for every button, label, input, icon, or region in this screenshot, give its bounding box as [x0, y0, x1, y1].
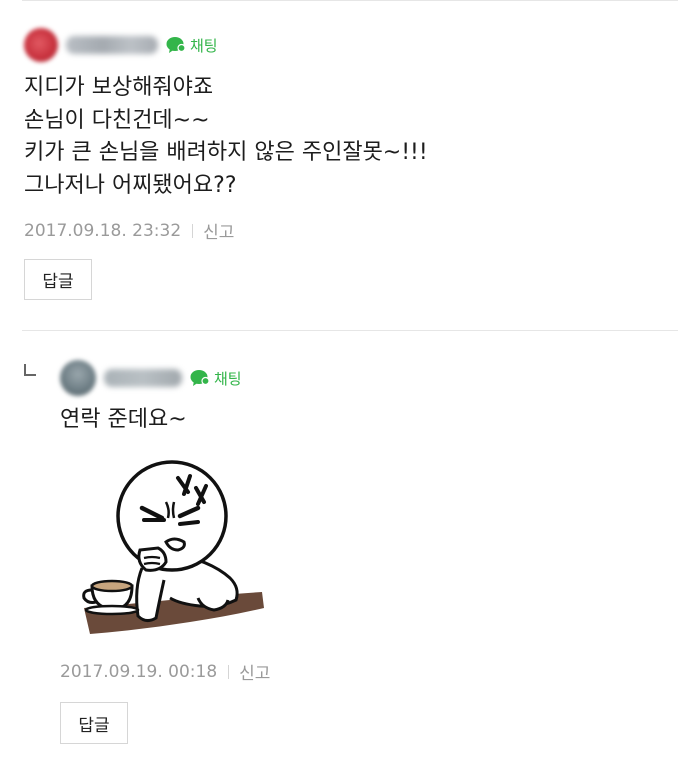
avatar[interactable] [60, 360, 96, 396]
username-blurred[interactable] [66, 36, 158, 54]
chat-bubble-icon [190, 370, 210, 386]
report-link[interactable]: 신고 [239, 659, 270, 684]
comment-meta: 2017.09.18. 23:32 신고 [24, 218, 234, 244]
comment-date: 2017.09.18. 23:32 [24, 220, 182, 241]
chat-link[interactable]: 채팅 [166, 35, 218, 56]
comment-text: 연락 준데요~ [60, 407, 187, 432]
comment-text: 지디가 보상해줘야죠 손님이 다친건데~~ 키가 큰 손님을 배려하지 않은 주… [24, 75, 428, 198]
chat-label: 채팅 [190, 36, 218, 55]
comment-divider [22, 330, 678, 331]
comment-meta: 2017.09.19. 00:18 신고 [60, 659, 270, 685]
comment-date: 2017.09.19. 00:18 [60, 661, 218, 682]
comment-header: 채팅 [24, 28, 218, 62]
comment-header: 채팅 [60, 360, 242, 396]
reply-button[interactable]: 답글 [24, 259, 92, 300]
reply-button[interactable]: 답글 [60, 702, 128, 744]
angry-face-with-coffee-sticker [82, 460, 264, 634]
chat-bubble-icon [166, 37, 186, 53]
meta-separator [228, 664, 230, 679]
chat-label: 채팅 [214, 369, 242, 388]
top-divider [22, 0, 678, 1]
meta-separator [192, 223, 194, 238]
reply-indent-icon [24, 364, 36, 376]
report-link[interactable]: 신고 [203, 218, 234, 243]
avatar[interactable] [24, 28, 58, 62]
username-blurred[interactable] [104, 369, 182, 387]
chat-link[interactable]: 채팅 [190, 368, 242, 389]
